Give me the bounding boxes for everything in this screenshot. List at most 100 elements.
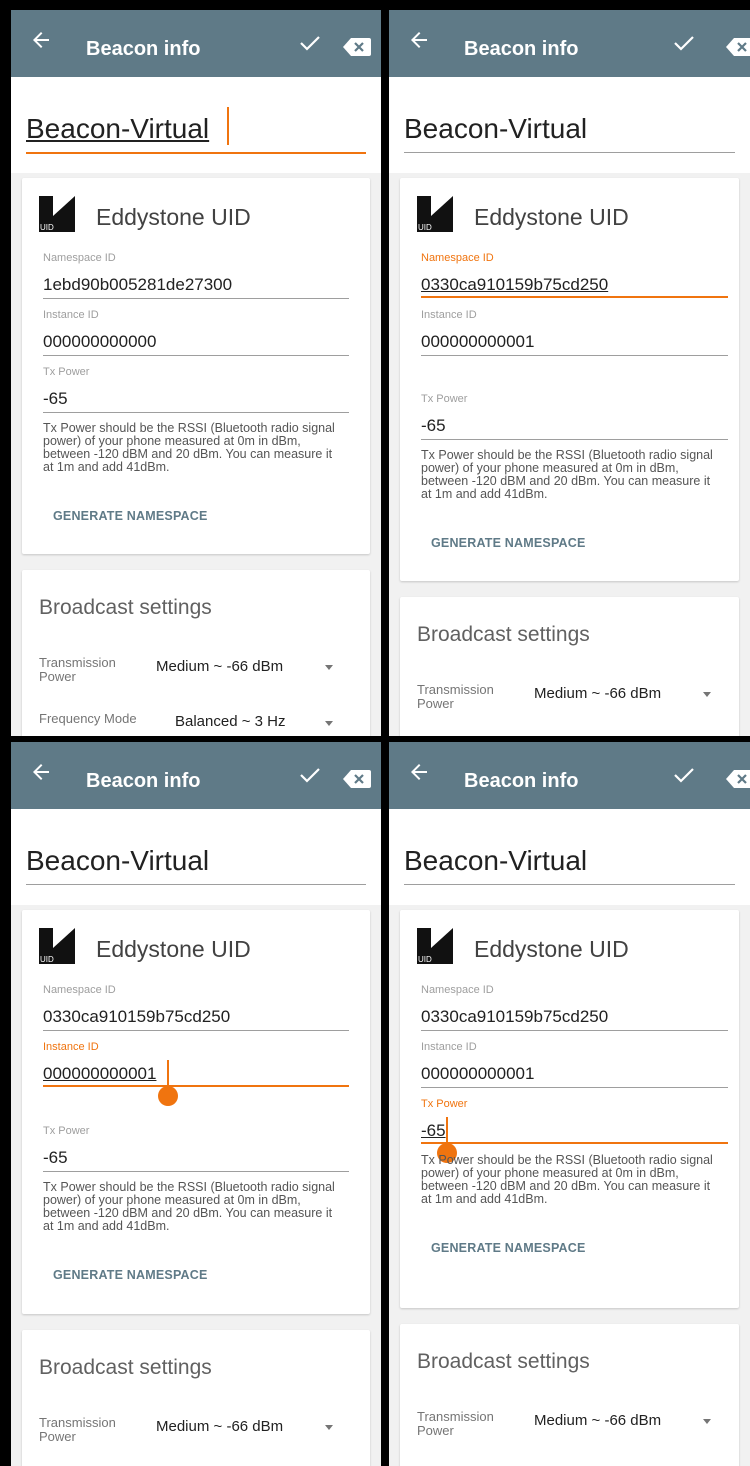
chevron-down-icon[interactable]	[325, 665, 333, 670]
eddystone-uid-card: UID Eddystone UID Namespace ID 1ebd90b00…	[22, 178, 370, 554]
svg-text:UID: UID	[40, 223, 54, 232]
instance-id-underline	[421, 355, 728, 356]
transmission-power-dropdown[interactable]: Medium ~ -66 dBm	[156, 1418, 283, 1435]
beacon-name-underline	[404, 884, 735, 885]
text-selection-handle[interactable]	[158, 1086, 178, 1106]
tx-power-help-text: Tx Power should be the RSSI (Bluetooth r…	[43, 1180, 335, 1233]
transmission-power-dropdown[interactable]: Medium ~ -66 dBm	[534, 685, 661, 702]
back-arrow-icon[interactable]	[29, 760, 53, 784]
namespace-id-label: Namespace ID	[43, 252, 116, 264]
delete-icon[interactable]	[726, 770, 750, 788]
eddystone-uid-card: UID Eddystone UID Namespace ID 0330ca910…	[400, 910, 739, 1308]
beacon-name-underline	[26, 884, 366, 885]
broadcast-settings-title: Broadcast settings	[39, 1356, 212, 1379]
screen-4-tx-power-focused: Beacon info Beacon-Virtual UID Eddystone…	[389, 742, 750, 1466]
namespace-id-underline	[421, 1030, 728, 1031]
screen-2-namespace-focused: Beacon info Beacon-Virtual UID Eddystone…	[389, 10, 750, 736]
broadcast-settings-card: Broadcast settings Transmission Power Me…	[22, 570, 370, 736]
beacon-name-field[interactable]: Beacon-Virtual	[11, 809, 381, 905]
tx-power-underline	[43, 412, 349, 413]
instance-id-underline	[43, 355, 349, 356]
transmission-power-label: Transmission Power	[417, 682, 494, 711]
eddystone-uid-card: UID Eddystone UID Namespace ID 0330ca910…	[22, 910, 370, 1314]
namespace-id-underline	[421, 296, 728, 298]
beacon-name-field[interactable]: Beacon-Virtual	[11, 77, 381, 173]
tx-power-input[interactable]: -65	[421, 416, 446, 436]
transmission-power-dropdown[interactable]: Medium ~ -66 dBm	[156, 658, 283, 675]
card-title: Eddystone UID	[474, 936, 629, 962]
chevron-down-icon[interactable]	[703, 692, 711, 697]
broadcast-settings-card: Broadcast settings Transmission Power Me…	[400, 597, 739, 736]
beacon-name-underline	[404, 152, 735, 153]
transmission-power-dropdown[interactable]: Medium ~ -66 dBm	[534, 1412, 661, 1429]
check-icon[interactable]	[299, 34, 321, 52]
chevron-down-icon[interactable]	[325, 721, 333, 726]
eddystone-uid-logo: UID	[417, 196, 453, 232]
tx-power-label: Tx Power	[421, 393, 468, 405]
app-bar: Beacon info	[389, 10, 750, 77]
namespace-id-input[interactable]: 0330ca910159b75cd250	[421, 275, 608, 295]
generate-namespace-button[interactable]: GENERATE NAMESPACE	[431, 1241, 586, 1255]
beacon-name-field[interactable]: Beacon-Virtual	[389, 77, 750, 173]
eddystone-uid-logo: UID	[417, 928, 453, 964]
delete-icon[interactable]	[343, 38, 371, 56]
tx-power-input[interactable]: -65	[421, 1121, 446, 1141]
app-bar: Beacon info	[11, 742, 381, 809]
tx-power-help-text: Tx Power should be the RSSI (Bluetooth r…	[43, 421, 335, 474]
tx-power-input[interactable]: -65	[43, 389, 68, 409]
instance-id-label: Instance ID	[421, 1041, 477, 1053]
check-icon[interactable]	[673, 766, 695, 784]
beacon-name-value: Beacon-Virtual	[26, 113, 210, 144]
generate-namespace-button[interactable]: GENERATE NAMESPACE	[53, 509, 208, 523]
card-title: Eddystone UID	[96, 204, 251, 230]
generate-namespace-button[interactable]: GENERATE NAMESPACE	[53, 1268, 208, 1282]
instance-id-input[interactable]: 000000000001	[421, 1064, 534, 1084]
instance-id-label: Instance ID	[421, 309, 477, 321]
instance-id-input[interactable]: 000000000000	[43, 332, 156, 352]
chevron-down-icon[interactable]	[703, 1419, 711, 1424]
namespace-id-label: Namespace ID	[421, 252, 494, 264]
svg-text:UID: UID	[418, 223, 432, 232]
app-bar: Beacon info	[389, 742, 750, 809]
namespace-id-input[interactable]: 0330ca910159b75cd250	[43, 1007, 230, 1027]
tx-power-underline	[421, 439, 728, 440]
beacon-name-value: Beacon-Virtual	[26, 845, 210, 876]
namespace-id-input[interactable]: 1ebd90b005281de27300	[43, 275, 232, 295]
check-icon[interactable]	[299, 766, 321, 784]
broadcast-settings-title: Broadcast settings	[417, 623, 590, 646]
transmission-power-label: Transmission Power	[417, 1409, 494, 1438]
frequency-mode-dropdown[interactable]: Balanced ~ 3 Hz	[175, 713, 286, 730]
tx-power-help-text: Tx Power should be the RSSI (Bluetooth r…	[421, 448, 713, 501]
check-icon[interactable]	[673, 34, 695, 52]
screen-1-name-focused: Beacon info Beacon-Virtual UID Eddystone…	[11, 10, 381, 736]
back-arrow-icon[interactable]	[407, 760, 431, 784]
broadcast-settings-card: Broadcast settings Transmission Power Me…	[400, 1324, 739, 1466]
broadcast-settings-title: Broadcast settings	[39, 596, 212, 619]
app-bar: Beacon info	[11, 10, 381, 77]
namespace-id-label: Namespace ID	[421, 984, 494, 996]
chevron-down-icon[interactable]	[325, 1425, 333, 1430]
tx-power-label: Tx Power	[43, 366, 90, 378]
tx-power-label: Tx Power	[43, 1125, 90, 1137]
instance-id-input[interactable]: 000000000001	[421, 332, 534, 352]
generate-namespace-button[interactable]: GENERATE NAMESPACE	[431, 536, 586, 550]
namespace-id-input[interactable]: 0330ca910159b75cd250	[421, 1007, 608, 1027]
namespace-id-underline	[43, 1030, 349, 1031]
text-cursor	[227, 107, 229, 145]
tx-power-underline	[43, 1171, 349, 1172]
back-arrow-icon[interactable]	[29, 28, 53, 52]
beacon-name-value: Beacon-Virtual	[404, 113, 588, 144]
namespace-id-label: Namespace ID	[43, 984, 116, 996]
tx-power-input[interactable]: -65	[43, 1148, 68, 1168]
instance-id-underline	[421, 1087, 728, 1088]
card-title: Eddystone UID	[96, 936, 251, 962]
back-arrow-icon[interactable]	[407, 28, 431, 52]
frequency-mode-label: Frequency Mode	[39, 711, 137, 726]
delete-icon[interactable]	[726, 38, 750, 56]
beacon-name-field[interactable]: Beacon-Virtual	[389, 809, 750, 905]
transmission-power-label: Transmission Power	[39, 655, 116, 684]
text-cursor	[167, 1060, 169, 1086]
namespace-id-underline	[43, 298, 349, 299]
instance-id-input[interactable]: 000000000001	[43, 1064, 156, 1084]
delete-icon[interactable]	[343, 770, 371, 788]
